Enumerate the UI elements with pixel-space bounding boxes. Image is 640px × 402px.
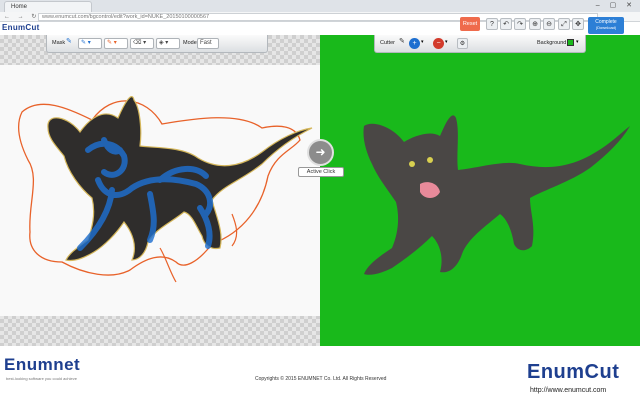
active-click-button[interactable]: ➜: [307, 139, 334, 166]
active-click-label: Active Click: [298, 167, 344, 177]
result-cat-eye-left: [409, 161, 415, 167]
result-cat: [363, 115, 630, 275]
site-url[interactable]: http://www.enumcut.com: [530, 387, 606, 394]
enumnet-tagline: best-looking software you could achieve: [6, 376, 77, 381]
enumcut-logo[interactable]: EnumCut: [527, 361, 619, 384]
result-cat-eye-right: [427, 157, 433, 163]
copyright-text: Copyrights © 2015 ENUMNET Co. Ltd. All R…: [255, 376, 387, 382]
result-cat-body: [363, 115, 630, 275]
enumnet-logo[interactable]: Enumnet: [4, 355, 80, 375]
